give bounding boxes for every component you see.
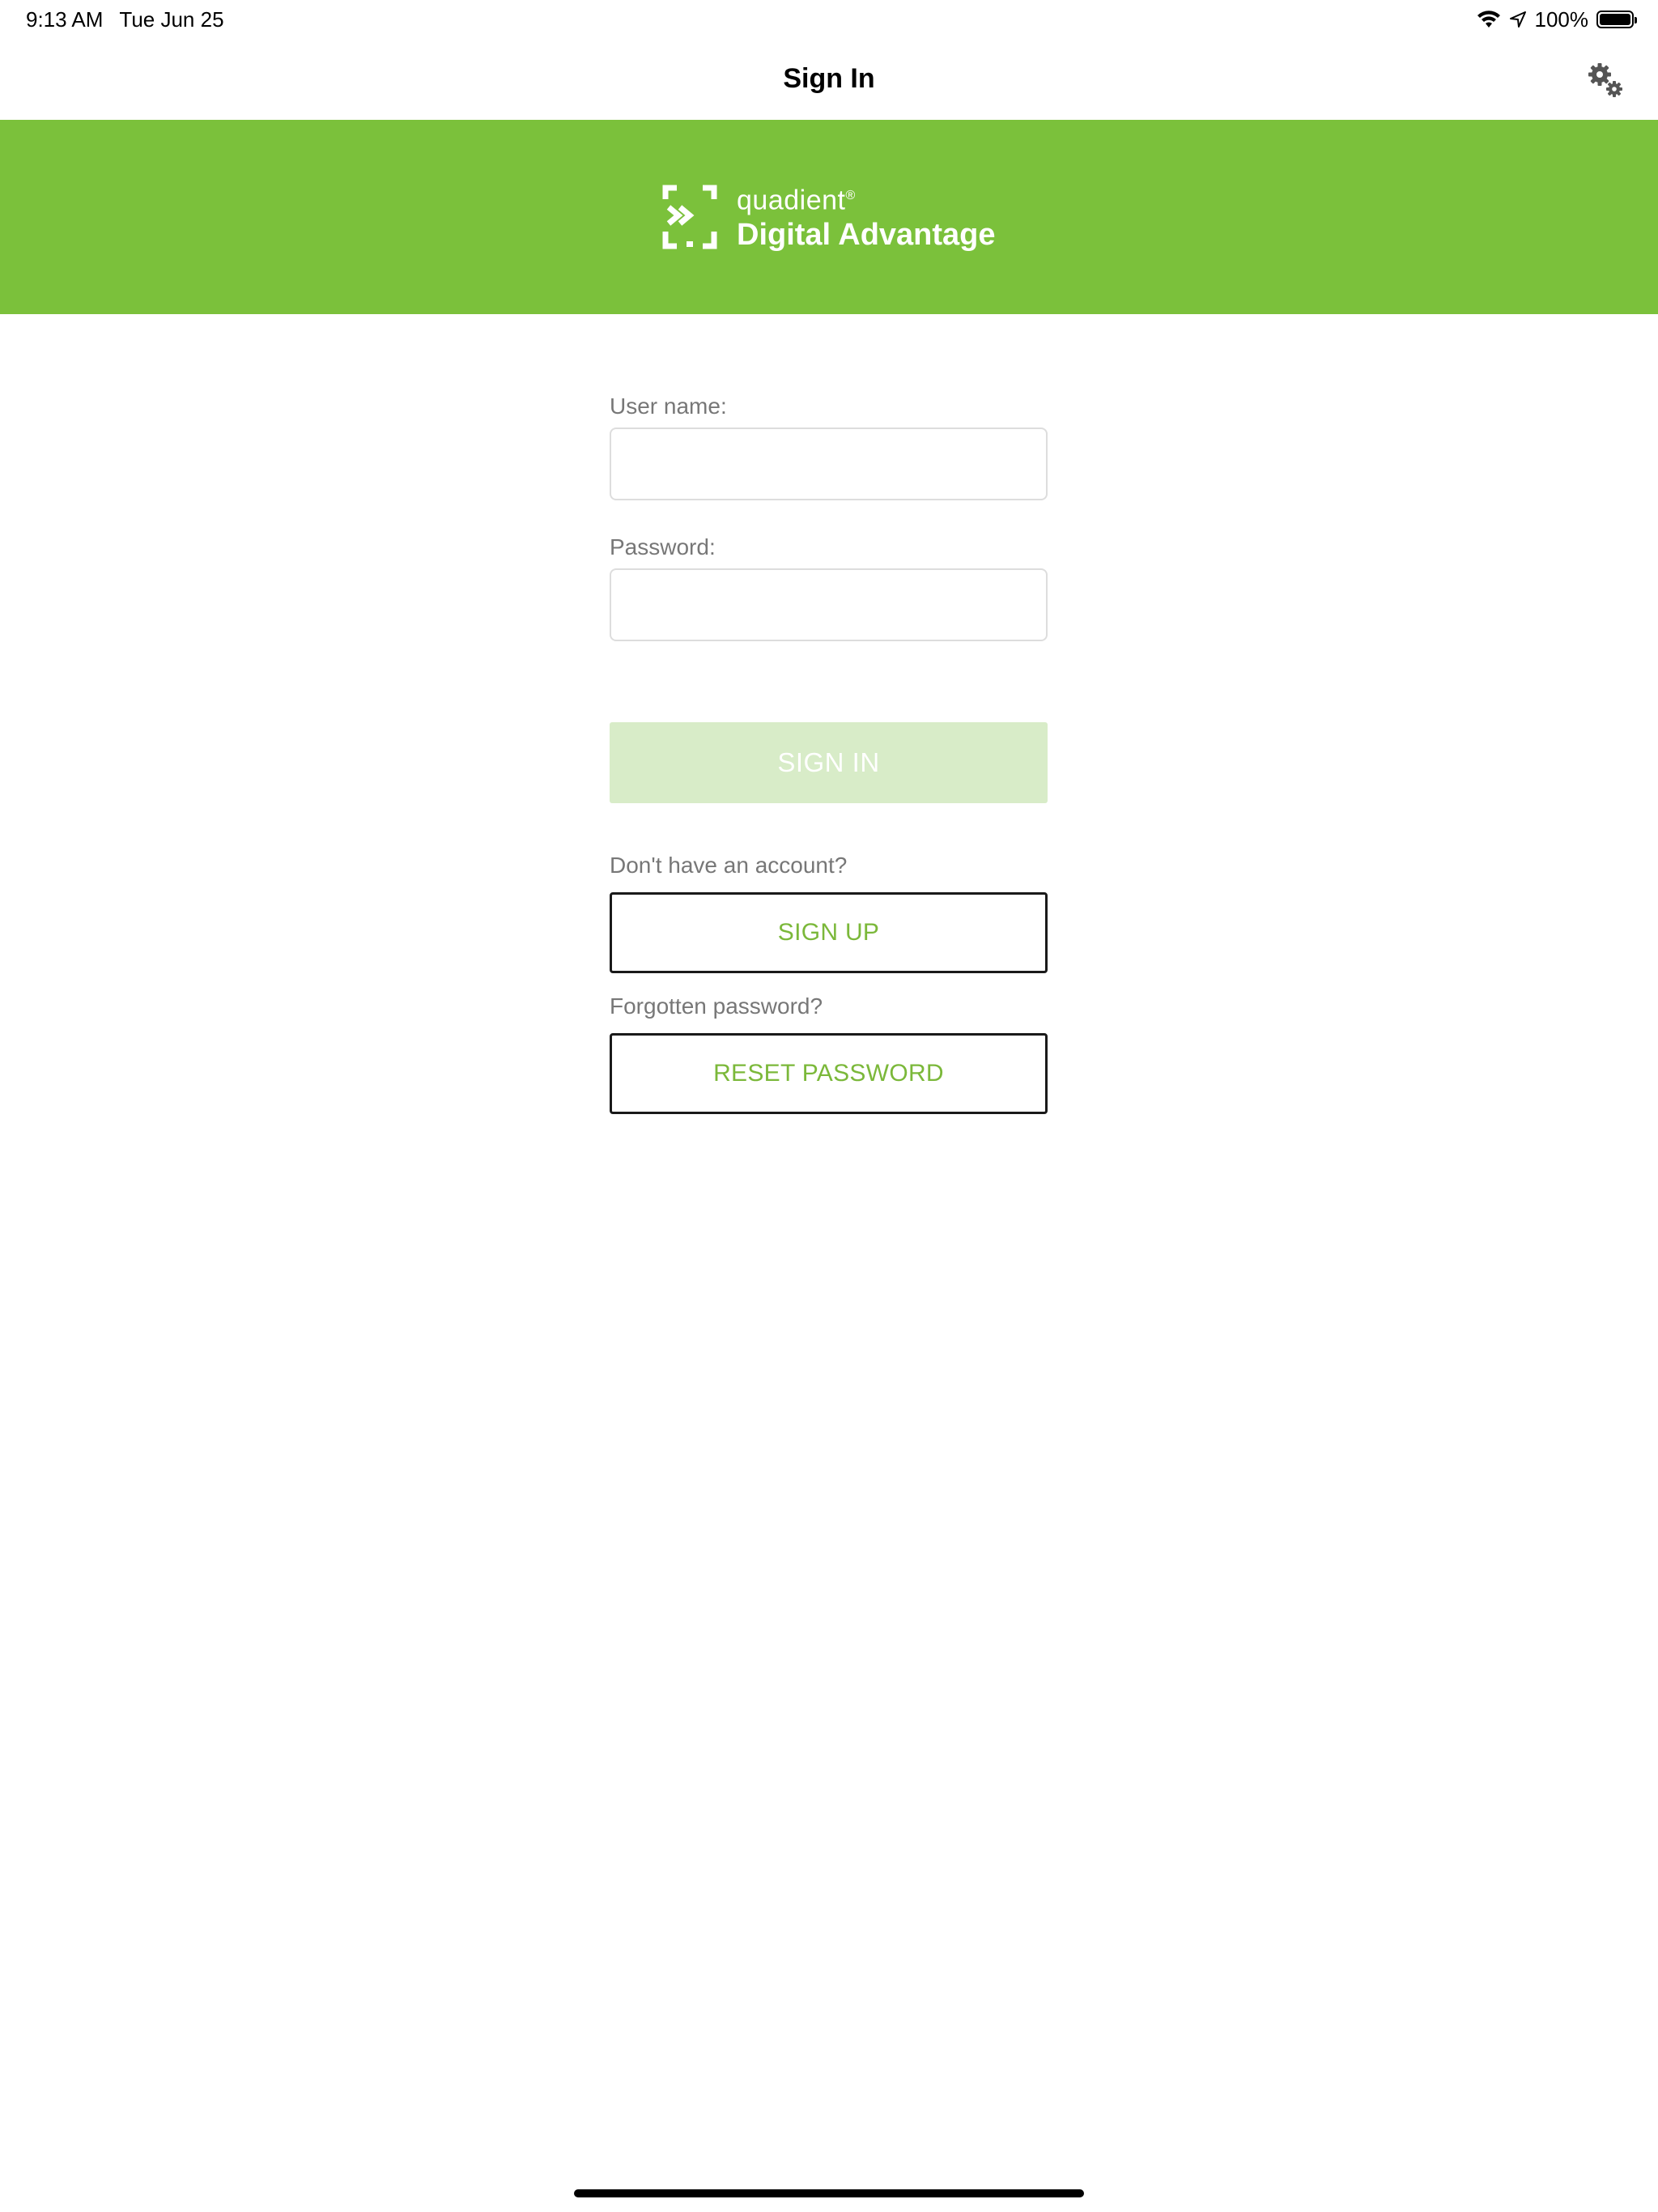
battery-icon: [1596, 11, 1637, 28]
sign-up-button[interactable]: SIGN UP: [610, 892, 1048, 973]
quadient-logo-icon: [662, 185, 717, 249]
username-input[interactable]: [610, 428, 1048, 500]
brand-wordmark: quadient® Digital Advantage: [737, 180, 996, 253]
sign-in-button[interactable]: SIGN IN: [610, 722, 1048, 803]
reset-password-button[interactable]: RESET PASSWORD: [610, 1033, 1048, 1114]
wifi-icon: [1477, 11, 1500, 28]
password-input[interactable]: [610, 568, 1048, 641]
status-time: 9:13 AM: [26, 7, 104, 32]
brand-company-name: quadient®: [737, 185, 856, 216]
status-date: Tue Jun 25: [119, 7, 224, 32]
brand-header: quadient® Digital Advantage: [0, 120, 1658, 314]
status-bar: 9:13 AM Tue Jun 25 100%: [0, 0, 1658, 39]
forgot-password-text: Forgotten password?: [610, 993, 823, 1019]
no-account-text: Don't have an account?: [610, 853, 848, 878]
location-arrow-icon: [1509, 11, 1526, 28]
status-time-date: 9:13 AM Tue Jun 25: [26, 6, 224, 32]
username-label: User name:: [610, 393, 727, 419]
status-indicators: 100%: [1477, 6, 1637, 32]
home-indicator[interactable]: [574, 2189, 1084, 2197]
settings-button[interactable]: [1585, 60, 1626, 100]
password-label: Password:: [610, 534, 716, 559]
navigation-bar: Sign In: [0, 39, 1658, 120]
gears-icon: [1588, 63, 1622, 97]
page-title: Sign In: [783, 63, 875, 94]
battery-percentage: 100%: [1534, 6, 1589, 32]
brand-product-name: Digital Advantage: [737, 218, 996, 253]
